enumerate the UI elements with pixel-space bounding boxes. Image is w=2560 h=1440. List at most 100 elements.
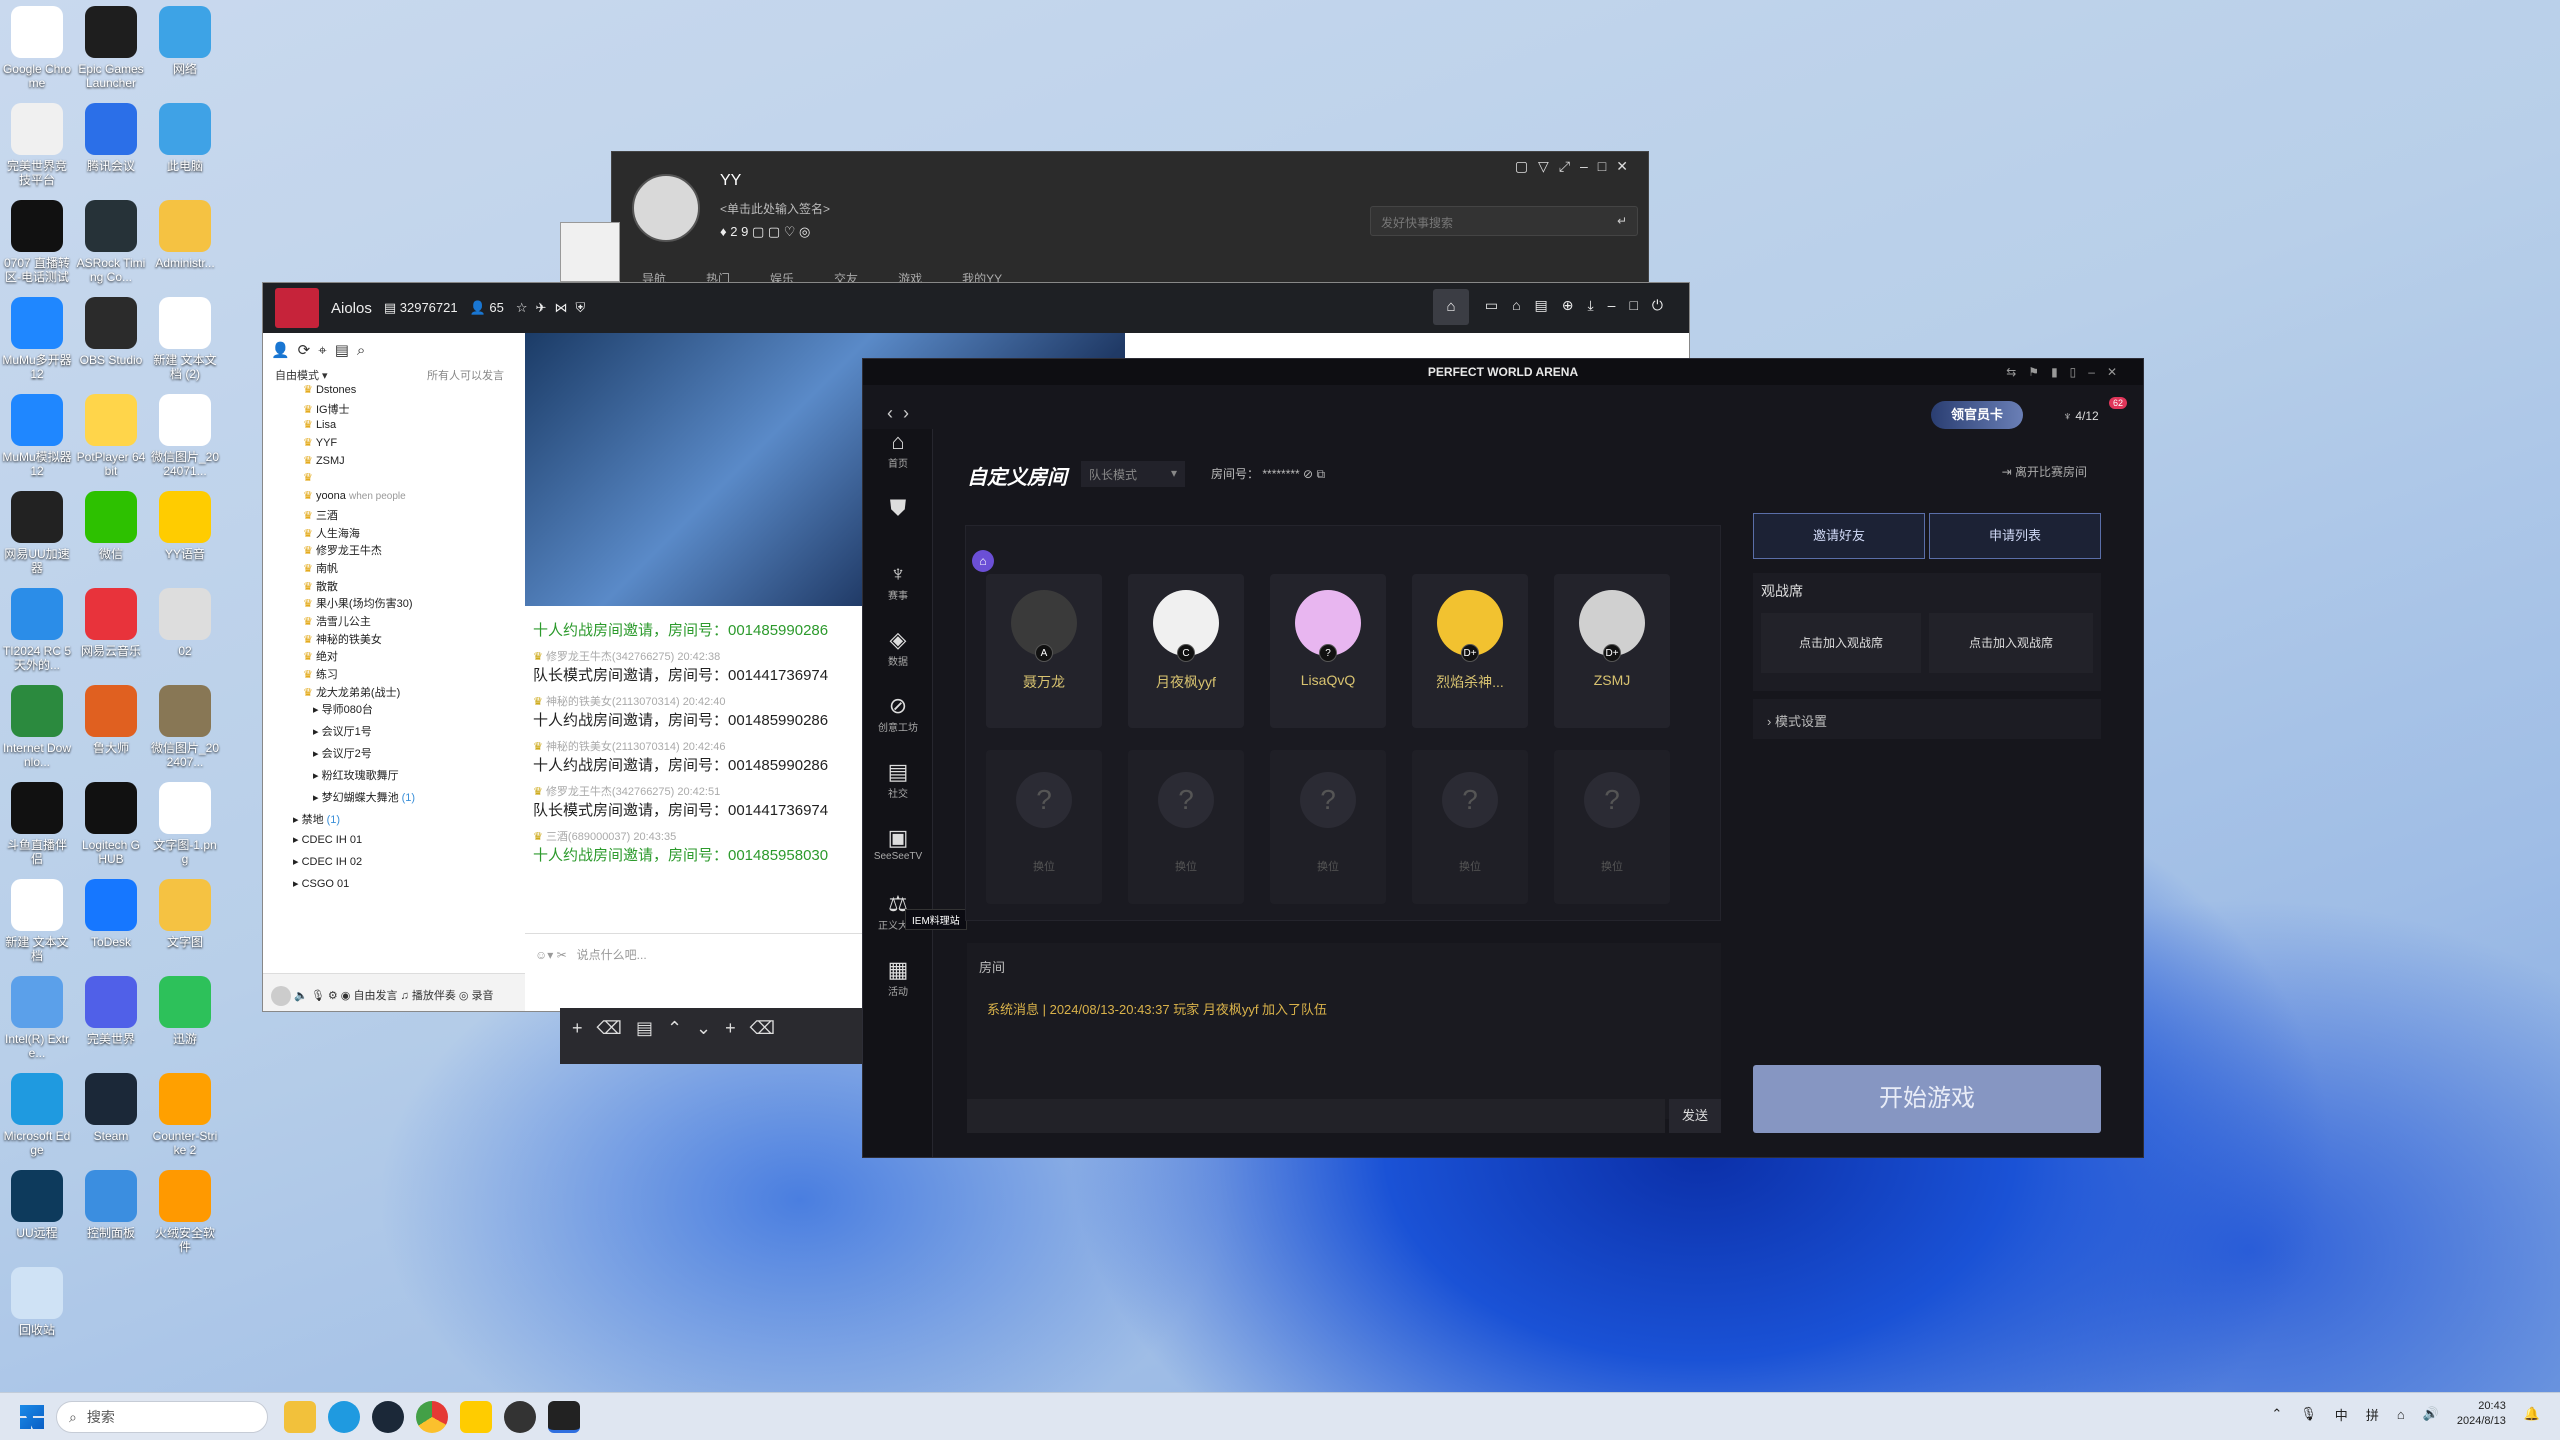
send-button[interactable]: 发送 [1669, 1099, 1721, 1133]
search-input[interactable]: 发好快事搜索 ↵ [1370, 206, 1638, 236]
volume-icon[interactable]: 🔊 [2423, 1406, 2439, 1422]
desktop-icon[interactable]: 微信 [76, 491, 146, 561]
join-spectate-1[interactable]: 点击加入观战席 [1761, 613, 1921, 673]
yy-window-controls[interactable]: ▭⌂▤⊕⤓–□⏻ [1485, 297, 1677, 314]
desktop-icon[interactable]: TI2024 RC 5天外的... [2, 588, 72, 672]
desktop-icon[interactable]: 回收站 [2, 1267, 72, 1337]
pwa-controls[interactable]: ⇆⚑▮▯–✕ [2006, 359, 2129, 385]
desktop-icon[interactable]: ASRock Timing Co... [76, 200, 146, 284]
system-tray[interactable]: ⌃ 🎙 中 拼 ⌂ 🔊 20:43 2024/8/13 🔔 [2271, 1399, 2540, 1429]
nav-item[interactable]: ♆ 赛事 [863, 561, 933, 602]
record-button[interactable]: ◎ 录音 [459, 990, 494, 1002]
chevron-up-icon[interactable]: ⌃ [2271, 1406, 2282, 1422]
avatar[interactable] [632, 174, 700, 242]
tab-room[interactable]: 房间 [979, 957, 1005, 976]
notification-icon[interactable]: 🔔 [2524, 1406, 2540, 1422]
desktop-icon[interactable]: 完美世界竞技平台 [2, 103, 72, 187]
start-icon[interactable] [20, 1405, 44, 1429]
nav-item[interactable]: ⊘ 创意工坊 [863, 693, 933, 734]
pwa-icon[interactable] [548, 1401, 580, 1433]
desktop-icon[interactable]: PotPlayer 64 bit [76, 394, 146, 478]
obs-icon[interactable] [504, 1401, 536, 1433]
empty-slot[interactable]: ? 换位 [1128, 750, 1244, 904]
empty-slot[interactable]: ? 换位 [1412, 750, 1528, 904]
window-controls[interactable]: ▢▽⤢–□✕ [1515, 158, 1638, 175]
clock[interactable]: 20:43 2024/8/13 [2457, 1399, 2506, 1429]
desktop-icon[interactable]: 文字图-1.png [150, 782, 220, 866]
chat-input[interactable] [967, 1099, 1665, 1133]
desktop-icon[interactable]: ToDesk [76, 879, 146, 949]
desktop-icon[interactable]: 迅游 [150, 976, 220, 1046]
desktop-icon[interactable]: 火绒安全软件 [150, 1170, 220, 1254]
player-slot[interactable]: ? LisaQvQ [1270, 574, 1386, 728]
mode-dropdown[interactable]: 队长模式 ▾ [1081, 461, 1185, 487]
nav-item[interactable]: ▦ 活动 [863, 957, 933, 998]
desktop-icon[interactable]: 文字图 [150, 879, 220, 949]
desktop-icon[interactable]: 微信图片_202407... [150, 685, 220, 769]
edge-icon[interactable] [328, 1401, 360, 1433]
desktop-icon[interactable]: Administr... [150, 200, 220, 270]
empty-slot[interactable]: ? 换位 [1554, 750, 1670, 904]
settings-icon[interactable]: ⚙ [328, 990, 338, 1002]
join-spectate-2[interactable]: 点击加入观战席 [1929, 613, 2093, 673]
desktop-icon[interactable]: 新建 文本文档 (2) [150, 297, 220, 381]
subchannel-item[interactable]: ▸ CSGO 01 [283, 877, 583, 899]
empty-slot[interactable]: ? 换位 [1270, 750, 1386, 904]
play-accompaniment-button[interactable]: ♫ 播放伴奏 [401, 990, 456, 1002]
home-button[interactable]: ⌂ [1433, 289, 1469, 325]
file-explorer-icon[interactable] [284, 1401, 316, 1433]
desktop-icon[interactable]: Steam [76, 1073, 146, 1143]
desktop-icon[interactable]: 新建 文本文档 [2, 879, 72, 963]
desktop-icon[interactable]: Microsoft Edge [2, 1073, 72, 1157]
desktop-icon[interactable]: Counter-Strike 2 [150, 1073, 220, 1157]
yy-icon[interactable] [460, 1401, 492, 1433]
desktop-icon[interactable]: 02 [150, 588, 220, 658]
player-slot[interactable]: A 聂万龙 [986, 574, 1102, 728]
mode-settings[interactable]: › 模式设置 [1753, 699, 2101, 739]
nav-item[interactable]: ▤ 社交 [863, 759, 933, 800]
user-avatar[interactable] [271, 986, 291, 1006]
desktop-icon[interactable]: MuMu多开器12 [2, 297, 72, 381]
official-card-badge[interactable]: 领官员卡 [1931, 401, 2023, 429]
desktop-icon[interactable]: 网络 [150, 6, 220, 76]
start-game-button[interactable]: 开始游戏 [1753, 1065, 2101, 1133]
invite-friends-button[interactable]: 邀请好友 [1753, 513, 1925, 559]
leave-room-button[interactable]: ⇥ 离开比赛房间 [2002, 463, 2087, 480]
nav-item[interactable]: ◈ 数据 [863, 627, 933, 668]
network-icon[interactable]: ⌂ [2397, 1407, 2405, 1422]
desktop-icon[interactable]: 完美世界 [76, 976, 146, 1046]
dark-toolbar[interactable]: +⌫▤⌃⌄+⌫ [560, 1008, 862, 1064]
desktop-icon[interactable]: 0707 直播转 区-电话测试 [2, 200, 72, 284]
search-box[interactable]: ⌕ 搜索 [56, 1401, 268, 1433]
toolbar-icons[interactable]: ☆✈⋈⛨ [516, 300, 593, 316]
desktop-icon[interactable]: 控制面板 [76, 1170, 146, 1240]
player-slot[interactable]: D+ 烈焰杀神... [1412, 574, 1528, 728]
desktop-icon[interactable]: 此电脑 [150, 103, 220, 173]
yy-side-icons[interactable]: 👤⟳⌖▤⌕ [271, 341, 373, 359]
channel-name[interactable]: Aiolos [331, 300, 372, 317]
desktop-icon[interactable]: Google Chrome [2, 6, 72, 90]
desktop-icon[interactable]: 微信图片_2024071... [150, 394, 220, 478]
desktop-icon[interactable]: Logitech G HUB [76, 782, 146, 866]
chrome-icon[interactable] [416, 1401, 448, 1433]
desktop-icon[interactable]: 网易云音乐 [76, 588, 146, 658]
mic-icon[interactable]: 🎙 [2300, 1406, 2317, 1422]
nav-item[interactable]: ⌂ 首页 [863, 429, 933, 470]
desktop-icon[interactable]: 腾讯会议 [76, 103, 146, 173]
ime-mode[interactable]: 拼 [2366, 1405, 2379, 1424]
desktop-icon[interactable]: 斗鱼直播伴侣 [2, 782, 72, 866]
mic-icon[interactable]: 🎙 [311, 990, 325, 1002]
ime-indicator[interactable]: 中 [2335, 1405, 2348, 1424]
steam-icon[interactable] [372, 1401, 404, 1433]
apply-list-button[interactable]: 申请列表 [1929, 513, 2101, 559]
player-slot[interactable]: D+ ZSMJ [1554, 574, 1670, 728]
speaker-icon[interactable]: 🔈 [294, 990, 308, 1002]
nav-item[interactable]: ⛊ [863, 495, 933, 521]
desktop-icon[interactable]: MuMu模拟器12 [2, 394, 72, 478]
desktop-icon[interactable]: UU远程 [2, 1170, 72, 1240]
player-slot[interactable]: C 月夜枫yyf [1128, 574, 1244, 728]
desktop-icon[interactable]: Epic Games Launcher [76, 6, 146, 90]
desktop-icon[interactable]: 鲁大师 [76, 685, 146, 755]
desktop-icon[interactable]: YY语音 [150, 491, 220, 561]
desktop-icon[interactable]: Intel(R) Extre... [2, 976, 72, 1060]
